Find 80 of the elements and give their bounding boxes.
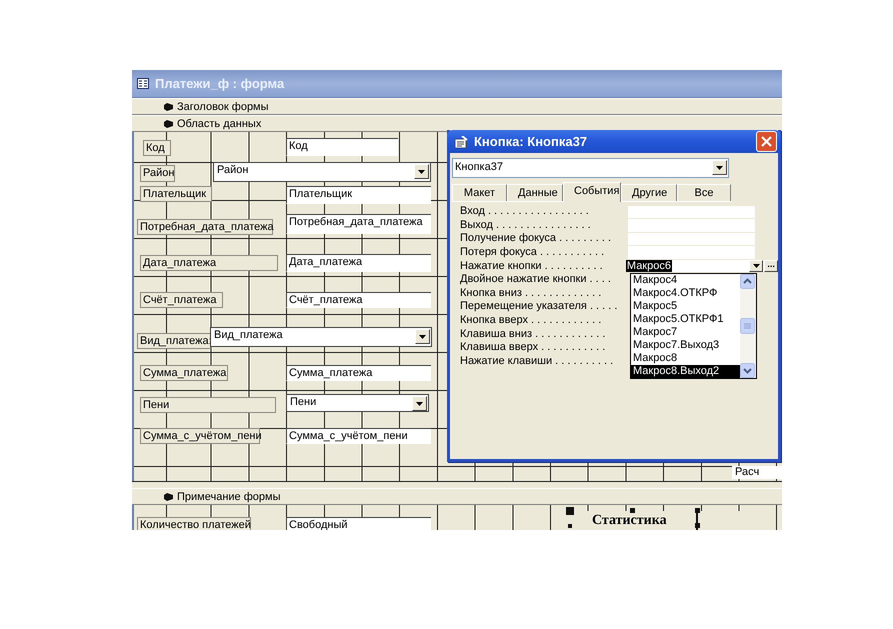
list-item[interactable]: Макрос4.ОТКРФ (631, 287, 740, 300)
text-box[interactable]: Дата_платежа (286, 254, 431, 272)
text-box[interactable]: Потребная_дата_платежа (286, 214, 431, 234)
property-name: Нажатие кнопки . . . . . . . . . . (460, 260, 604, 273)
field-label: Сумма_с_учётом_пени (140, 428, 260, 444)
scroll-up-icon (740, 274, 755, 289)
section-header[interactable]: Область данных (177, 118, 262, 130)
caret-icon (419, 334, 426, 338)
property-name: Клавиша вниз . . . . . . . . . . . . (460, 328, 606, 341)
dropdown-button[interactable] (414, 164, 429, 179)
builder-button[interactable]: ... (764, 260, 778, 272)
text-box[interactable]: Свободный (286, 517, 431, 530)
section-header[interactable]: Примечание формы (177, 490, 280, 502)
section-marker-icon (164, 492, 174, 500)
field-label: Потребная_дата_платежа (137, 219, 273, 235)
scroll-thumb (740, 318, 755, 334)
field-label: Пени (140, 397, 276, 413)
field-label: Сумма_платежа (140, 365, 228, 381)
combo-box[interactable]: Вид_платежа (210, 327, 432, 347)
property-name: Клавиша вверх . . . . . . . . . . . (460, 341, 606, 354)
field-label: Район (140, 165, 175, 182)
list-item[interactable]: Макрос4 (631, 274, 740, 287)
property-value-field[interactable] (628, 206, 755, 218)
close-icon (761, 136, 772, 147)
tab[interactable]: События (563, 182, 621, 202)
combo-box[interactable]: Район (213, 162, 431, 182)
list-item[interactable]: Макрос5 (631, 300, 740, 313)
field-label: Расч (732, 466, 782, 479)
field-label: Плательщик (140, 186, 212, 202)
tab[interactable]: Другие (621, 184, 677, 201)
close-button[interactable] (756, 131, 777, 152)
field-label: Вид_платежа: (137, 333, 211, 349)
field-label: Счёт_платежа (140, 292, 223, 308)
list-item[interactable]: Макрос7 (631, 326, 740, 339)
tab[interactable]: Данные (507, 184, 563, 201)
form-icon (137, 78, 149, 89)
property-name: Потеря фокуса . . . . . . . . . . . (460, 246, 606, 260)
text-box[interactable]: Счёт_платежа (286, 292, 431, 308)
list-item[interactable]: Макрос8.Выход2 (631, 365, 740, 378)
object-combo-box[interactable]: Кнопка37 (452, 158, 729, 178)
tab[interactable]: Все (677, 184, 731, 201)
property-name: Выход . . . . . . . . . . . . . . . . (460, 218, 592, 232)
property-name: Кнопка вниз . . . . . . . . . . . . . (460, 286, 602, 300)
dropdown-button[interactable] (415, 329, 430, 344)
property-value-field[interactable] (628, 219, 755, 232)
property-name: Кнопка вверх . . . . . . . . . . . . (460, 314, 602, 328)
property-name: Получение фокуса . . . . . . . . . (460, 232, 612, 246)
tab[interactable]: Макет (452, 184, 507, 201)
list-item[interactable]: Макрос8 (631, 352, 740, 365)
field-label: Дата_платежа (140, 255, 278, 271)
text-box[interactable]: Код (286, 138, 398, 156)
text-box[interactable]: Плательщик (286, 186, 431, 204)
property-name: Перемещение указателя . . . . . (460, 300, 618, 314)
caret-icon (752, 264, 760, 268)
field-label: Количество платежей (137, 517, 251, 530)
dropdown-button[interactable] (749, 260, 764, 272)
caret-icon (418, 170, 425, 174)
property-value-field[interactable]: Макрос6 (626, 260, 764, 272)
list-item[interactable]: Макрос7.Выход3 (631, 339, 740, 352)
dropdown-button[interactable] (412, 396, 427, 411)
combo-box[interactable]: Пени (286, 394, 429, 412)
property-value-field[interactable] (628, 232, 755, 246)
property-name: Нажатие клавиши . . . . . . . . . . (460, 354, 614, 368)
dialog-title: Кнопка: Кнопка37 (474, 134, 588, 149)
caret-icon (416, 402, 423, 406)
dropdown-button[interactable] (712, 160, 727, 175)
window-title: Платежи_ф : форма (155, 76, 284, 91)
property-value-field[interactable] (628, 246, 755, 259)
list-item[interactable]: Макрос5.ОТКРФ1 (631, 313, 740, 326)
section-marker-icon (164, 120, 174, 128)
field-label: Код (143, 140, 171, 156)
scroll-down-icon (740, 363, 755, 378)
section-header[interactable]: Заголовок формы (177, 100, 269, 112)
properties-icon (454, 136, 468, 148)
caret-icon (716, 166, 723, 170)
text-box[interactable]: Сумма_с_учётом_пени (286, 428, 431, 444)
property-name: Вход . . . . . . . . . . . . . . . . . (460, 205, 590, 218)
text-box[interactable]: Сумма_платежа (286, 365, 431, 381)
section-marker-icon (164, 102, 174, 110)
property-name: Двойное нажатие кнопки . . . . (460, 273, 612, 286)
